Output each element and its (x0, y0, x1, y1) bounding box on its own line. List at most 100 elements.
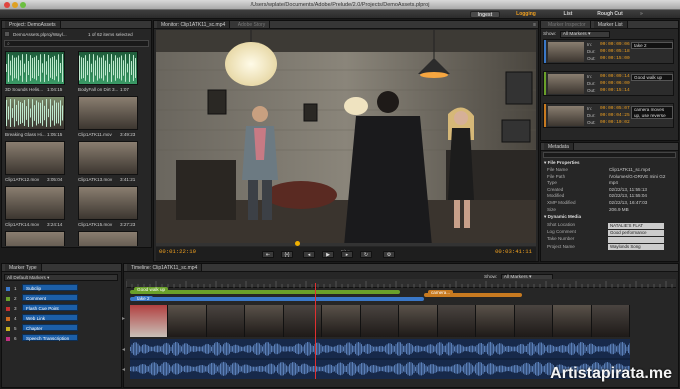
marker-list-item[interactable]: In: 00:00:09:14 Dur: 00:00:06:00 Out: 00:00:1… (543, 71, 674, 96)
project-clip[interactable]: Clip1ATK15.mov 3:27:23 (78, 186, 138, 227)
timeline-marker[interactable]: take 2 (130, 296, 424, 301)
marker-type-item[interactable]: 2 Comment (6, 294, 116, 302)
project-clip[interactable]: Clip1ATK11.mov 3:49:23 (78, 96, 138, 137)
workspace-ingest[interactable]: Ingest (470, 11, 500, 18)
dynamic-media-field[interactable] (608, 236, 664, 243)
timeline-playhead[interactable] (315, 283, 316, 379)
project-clip[interactable]: Clip1ATK14.mov 3:24:14 (5, 186, 65, 227)
project-clip[interactable]: Clip1ATK12.mov 3:05:04 (5, 141, 65, 182)
tab-metadata[interactable]: Metadata (544, 143, 574, 150)
marker-set-select[interactable]: All Default Markers ▾ (4, 274, 118, 281)
current-timecode[interactable]: 00:01:22:19 (159, 248, 196, 255)
panel-menu-icon[interactable]: ≡ (533, 21, 536, 29)
folder-icon[interactable] (4, 31, 10, 37)
clip-thumbnail[interactable] (78, 231, 138, 246)
tab-marker-inspector[interactable]: Marker Inspector (544, 21, 591, 28)
marker-type-item[interactable]: 4 Web Link (6, 314, 116, 322)
project-clip[interactable]: Clip1ATK17.mov3:15:14 (78, 231, 138, 246)
marker-dur-timecode[interactable]: 00:00:04:25 (600, 113, 630, 118)
dynamic-media-field[interactable]: NATALIE'S FLAT (608, 222, 664, 229)
marker-comment[interactable]: take 2 (631, 42, 673, 49)
mark-out-button[interactable]: {•} (281, 251, 293, 258)
workspace-rough-cut[interactable]: Rough Cut (590, 11, 630, 18)
timeline-marker[interactable]: Good walk up (130, 287, 400, 294)
marker-type-item[interactable]: 3 Flash Cue Point (6, 304, 116, 312)
file-properties-header[interactable]: ▾ File Properties (544, 160, 580, 167)
tab-adobe-story[interactable]: Adobe Story (234, 21, 271, 28)
timeline-marker-label: Good walk up (134, 287, 169, 292)
project-clip[interactable]: Breaking Glass Hi... 1:05:15 (5, 96, 65, 137)
marker-type-button[interactable]: Chapter (22, 324, 78, 331)
clip-duration: 3:27:23 (120, 222, 136, 227)
marker-comment[interactable]: camera moves up, use reverse (631, 106, 673, 119)
dynamic-media-header[interactable]: ▾ Dynamic Media (544, 214, 581, 221)
monitor-playhead[interactable] (294, 241, 300, 246)
clip-thumbnail[interactable] (5, 141, 65, 175)
marker-in-timecode[interactable]: 00:00:05:07 (600, 106, 630, 111)
workspace-list[interactable]: List (556, 11, 580, 18)
timeline-marker[interactable]: camera... (424, 290, 522, 297)
settings-button[interactable]: ⚙ (383, 251, 395, 258)
tab-project[interactable]: Project: DemoAssets (5, 21, 61, 28)
tab-timeline[interactable]: Timeline: Clip1ATK11_sc.mp4 (127, 264, 203, 271)
clip-thumbnail[interactable] (5, 96, 65, 130)
marker-type-item[interactable]: 6 Speech Transcription (6, 334, 116, 342)
video-frame-thumbnail (591, 305, 630, 337)
marker-list-item[interactable]: In: 00:00:05:07 Dur: 00:00:04:25 Out: 00:00:1… (543, 103, 674, 128)
clip-thumbnail[interactable] (78, 186, 138, 220)
loop-button[interactable]: ↻ (360, 251, 372, 258)
marker-dur-timecode[interactable]: 00:00:06:00 (600, 81, 630, 86)
clip-thumbnail[interactable] (78, 96, 138, 130)
step-forward-button[interactable]: ▸ (341, 251, 353, 258)
marker-type-button[interactable]: Subclip (22, 284, 78, 291)
show-select[interactable]: All Markers ▾ (559, 31, 610, 38)
video-frame[interactable] (156, 30, 536, 246)
workspace-logging[interactable]: Logging (508, 11, 544, 18)
video-frame-thumbnail (437, 305, 477, 337)
video-frame-thumbnail (476, 305, 515, 337)
marker-in-timecode[interactable]: 00:00:09:06 (600, 42, 630, 47)
dynamic-media-field[interactable]: Good performance (608, 229, 664, 236)
marker-type-item[interactable]: 1 Subclip (6, 284, 116, 292)
timeline-ruler[interactable] (125, 279, 676, 288)
marker-dur-timecode[interactable]: 00:00:05:18 (600, 49, 630, 54)
clip-name: 3D Sounds Helis... (5, 87, 44, 92)
play-button[interactable]: ▶ (322, 251, 334, 258)
project-clip[interactable]: 3D Sounds Helis... 1:04:15 (5, 51, 65, 92)
mark-in-button[interactable]: ⇤ (262, 251, 274, 258)
step-back-button[interactable]: ◂ (303, 251, 315, 258)
search-icon: ⌕ (7, 41, 10, 47)
marker-comment[interactable]: Good walk up (631, 74, 673, 81)
tab-marker-type[interactable]: Marker Type (5, 264, 42, 271)
marker-type-button[interactable]: Web Link (22, 314, 78, 321)
marker-in-timecode[interactable]: 00:00:09:14 (600, 74, 630, 79)
project-clip[interactable]: Clip1ATK13.mov 3:41:21 (78, 141, 138, 182)
video-track-icon: ▸ (122, 316, 126, 322)
metadata-search-input[interactable] (543, 152, 676, 158)
waveform-icon (79, 54, 136, 82)
tab-monitor[interactable]: Monitor: Clip1ATK11_sc.mp4 (157, 21, 231, 28)
marker-type-shortcut: 4 (14, 316, 17, 321)
clip-thumbnail[interactable] (78, 141, 138, 175)
clip-thumbnail[interactable] (5, 51, 65, 85)
clip-thumbnail[interactable] (78, 51, 138, 85)
marker-type-item[interactable]: 5 Chapter (6, 324, 116, 332)
project-clip[interactable]: BodyFall on Dirt 3... 1:07 (78, 51, 138, 92)
marker-out-timecode[interactable]: 00:00:10:02 (600, 120, 630, 125)
marker-out-timecode[interactable]: 00:00:15:14 (600, 88, 630, 93)
marker-type-button[interactable]: Comment (22, 294, 78, 301)
dynamic-media-label: Shot Location (547, 222, 576, 227)
monitor-scrub-bar[interactable] (156, 241, 536, 246)
clip-thumbnail[interactable] (5, 231, 65, 246)
marker-list-item[interactable]: In: 00:00:09:06 Dur: 00:00:05:18 Out: 00:00:1… (543, 39, 674, 64)
marker-type-button[interactable]: Speech Transcription (22, 334, 78, 341)
video-track[interactable] (130, 305, 630, 337)
project-search-input[interactable]: ⌕ (4, 40, 149, 47)
workspace-menu-icon[interactable]: » (640, 11, 643, 17)
dynamic-media-field[interactable]: Waylonds Song (608, 244, 664, 251)
marker-type-button[interactable]: Flash Cue Point (22, 304, 78, 311)
project-clip[interactable]: Clip1ATK16.mov3:56:14 (5, 231, 65, 246)
marker-out-timecode[interactable]: 00:00:15:00 (600, 56, 630, 61)
clip-thumbnail[interactable] (5, 186, 65, 220)
tab-marker-list[interactable]: Marker List (593, 21, 628, 28)
